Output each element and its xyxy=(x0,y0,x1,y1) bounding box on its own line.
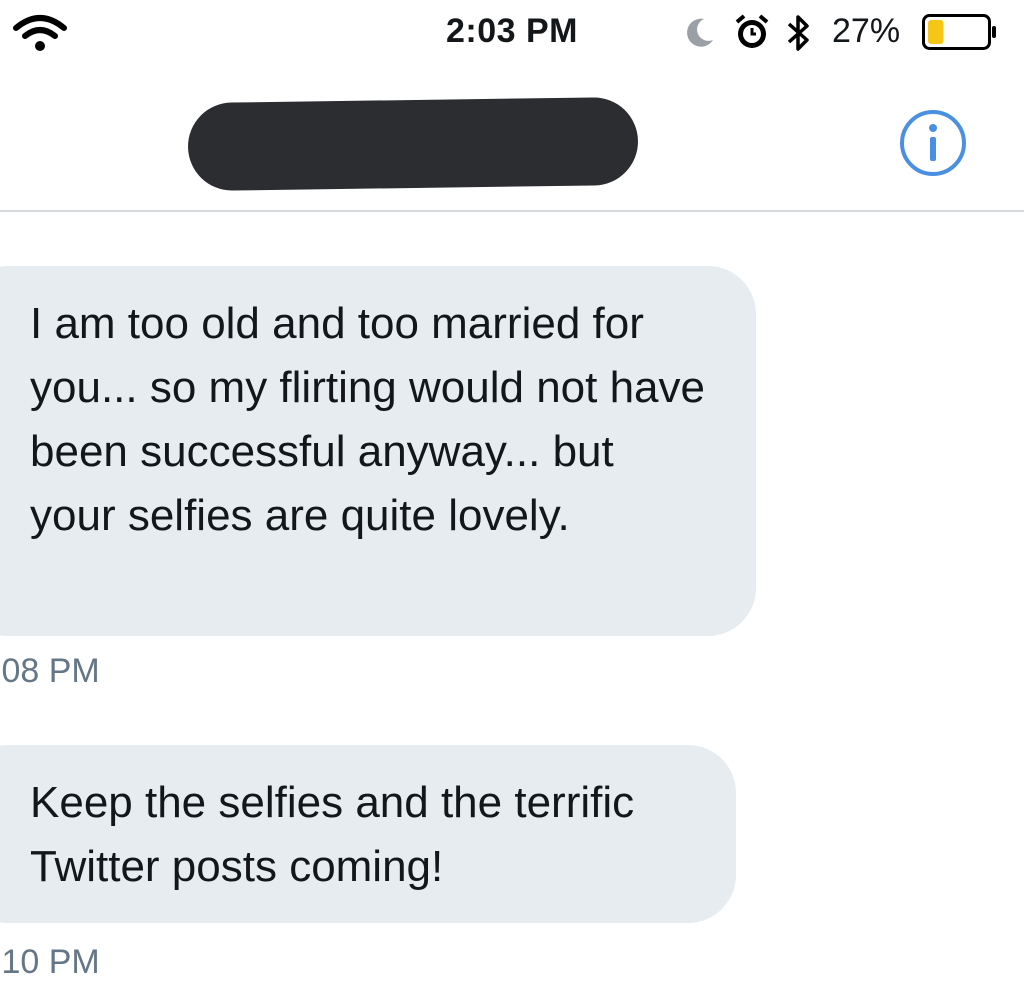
alarm-icon xyxy=(735,14,769,48)
conversation-header xyxy=(0,70,1024,212)
redacted-contact-name xyxy=(187,96,639,192)
status-bar: 2:03 PM 27% xyxy=(0,0,1024,70)
message-timestamp: :08 PM xyxy=(0,652,100,690)
message-bubble[interactable]: Keep the selfies and the terrific Twitte… xyxy=(0,745,736,923)
info-icon[interactable] xyxy=(898,108,968,178)
bluetooth-icon xyxy=(787,15,809,51)
battery-icon xyxy=(922,14,996,50)
battery-level-fill xyxy=(928,20,944,44)
message-timestamp: :10 PM xyxy=(0,943,100,981)
battery-percent: 27% xyxy=(832,12,901,50)
message-bubble[interactable]: I am too old and too married for you... … xyxy=(0,266,756,636)
moon-icon xyxy=(687,18,713,47)
